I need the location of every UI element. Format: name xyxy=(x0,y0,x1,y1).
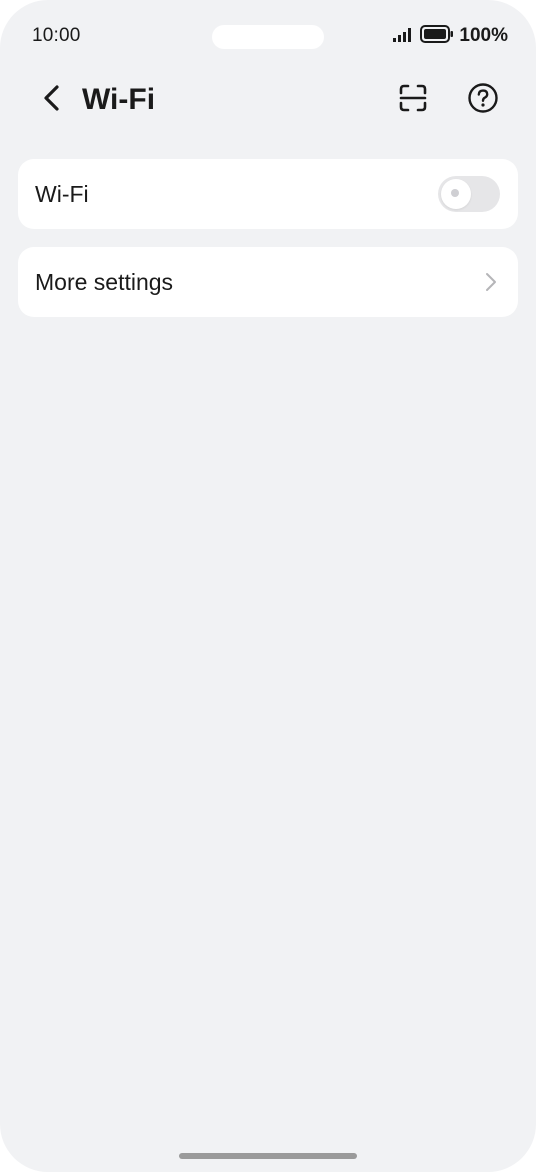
chevron-left-icon xyxy=(42,83,62,118)
back-button[interactable] xyxy=(34,82,70,118)
home-indicator[interactable] xyxy=(179,1153,357,1159)
status-bar: 10:00 100% xyxy=(0,0,536,72)
chevron-right-icon xyxy=(484,271,498,293)
page-title: Wi-Fi xyxy=(82,83,156,116)
help-icon xyxy=(467,82,499,119)
more-settings-row[interactable]: More settings xyxy=(18,247,518,317)
wifi-toggle-row[interactable]: Wi-Fi xyxy=(18,159,518,229)
signal-icon xyxy=(393,26,415,47)
wifi-toggle-switch[interactable] xyxy=(438,176,500,212)
toggle-off-dot-icon xyxy=(451,189,459,197)
scan-button[interactable] xyxy=(395,82,431,118)
phone-screen: 10:00 100% Wi-Fi Wi-Fi More settings xyxy=(0,0,536,1172)
header: Wi-Fi xyxy=(0,70,536,130)
battery-icon xyxy=(420,24,454,48)
more-settings-label: More settings xyxy=(35,269,174,295)
wifi-label: Wi-Fi xyxy=(35,181,89,207)
help-button[interactable] xyxy=(465,82,501,118)
battery-percent: 100% xyxy=(459,25,508,46)
status-time: 10:00 xyxy=(32,25,81,46)
scan-icon xyxy=(398,83,428,118)
status-icons: 100% xyxy=(393,24,508,48)
camera-notch xyxy=(212,25,324,49)
